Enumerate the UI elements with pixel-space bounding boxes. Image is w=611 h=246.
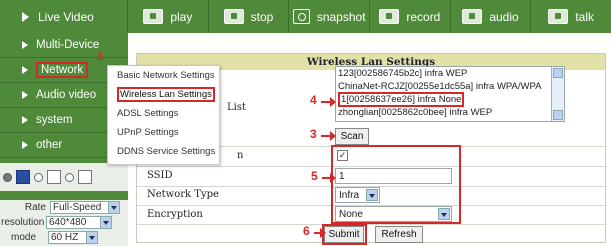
snapshot-button[interactable]: snapshot: [289, 0, 371, 33]
ssid-label: SSID: [147, 170, 173, 181]
play-button[interactable]: play: [128, 0, 209, 33]
network-entry: 123[002586745b2c] infra WEP: [338, 68, 468, 79]
arrow-right-icon: [321, 97, 336, 107]
video-settings: Rate Full-Speed resolution 640*480 mode …: [0, 200, 128, 246]
record-icon: [379, 9, 400, 24]
live-video-nav[interactable]: Live Video: [0, 0, 128, 33]
quad-view-icon[interactable]: [47, 170, 61, 184]
network-list[interactable]: 123[002586745b2c] infra WEP ChinaNet-RCJ…: [335, 66, 565, 122]
annotation-4: 4: [310, 93, 317, 107]
arrow-right-icon: [322, 173, 336, 183]
scroll-down-icon[interactable]: [553, 110, 563, 120]
mode-row: mode 60 HZ: [0, 230, 128, 245]
view-layout-bar: [0, 163, 128, 191]
rate-select[interactable]: Full-Speed: [50, 201, 120, 214]
list-item[interactable]: zhonglian[0025862c0bee] infra WEP: [336, 106, 564, 119]
submenu-item-label: UPnP Settings: [117, 127, 179, 138]
talk-label: talk: [575, 9, 595, 24]
arrow-right-icon: [22, 41, 28, 49]
annotation-5: 5: [311, 169, 318, 183]
resolution-value: 640*480: [49, 217, 87, 228]
arrow-right-icon: [314, 228, 326, 238]
layout-radio-4[interactable]: [34, 172, 43, 182]
live-video-label: Live Video: [38, 9, 94, 24]
rate-label: Rate: [24, 202, 46, 213]
scroll-up-icon[interactable]: [553, 68, 563, 78]
submenu-item-adsl[interactable]: ADSL Settings: [108, 104, 219, 123]
arrow-right-icon: [22, 66, 28, 74]
arrow-right-icon: [22, 141, 28, 149]
annotation-3: 3: [310, 127, 317, 141]
network-submenu: Basic Network Settings Wireless Lan Sett…: [107, 65, 220, 165]
play-label: play: [170, 9, 193, 24]
submenu-item-label: Basic Network Settings: [117, 70, 215, 81]
arrow-right-icon: [22, 91, 28, 99]
submenu-item-label: Wireless Lan Settings: [117, 87, 215, 102]
sidebar-item-label: Multi-Device: [36, 39, 100, 51]
scrollbar[interactable]: [551, 67, 564, 121]
rate-row: Rate Full-Speed: [0, 200, 128, 215]
sidebar-item-label: Network: [36, 62, 89, 78]
encryption-label: Encryption: [147, 209, 203, 220]
microphone-icon: [548, 9, 569, 24]
list-item[interactable]: 1[00258637ee26] infra None: [336, 92, 564, 107]
arrow-right-icon: [321, 131, 336, 141]
sidebar-item-multi-device[interactable]: Multi-Device: [0, 33, 128, 58]
sidebar-item-label: other: [36, 139, 63, 151]
nine-view-icon[interactable]: [78, 170, 92, 184]
stop-icon: [223, 9, 244, 24]
arrow-right-icon: [22, 11, 29, 22]
speaker-icon: [462, 9, 483, 24]
refresh-button[interactable]: Refresh: [375, 226, 423, 243]
submenu-item-label: ADSL Settings: [117, 108, 179, 119]
audio-button[interactable]: audio: [451, 0, 532, 33]
network-entry: zhonglian[0025862c0bee] infra WEP: [338, 107, 493, 118]
top-toolbar: Live Video play stop snapshot record aud…: [0, 0, 611, 33]
submenu-item-label: DDNS Service Settings: [117, 146, 216, 157]
talk-button[interactable]: talk: [531, 0, 611, 33]
submenu-item-ddns[interactable]: DDNS Service Settings: [108, 142, 219, 161]
annotation-1: 1: [97, 49, 104, 63]
play-icon: [143, 9, 164, 24]
chevron-down-icon: [86, 232, 97, 243]
annotation-box-5: [331, 145, 461, 224]
chevron-down-icon: [108, 202, 119, 213]
audio-label: audio: [489, 9, 519, 24]
annotation-box-6: [322, 224, 367, 245]
record-button[interactable]: record: [370, 0, 451, 33]
scan-button[interactable]: Scan: [335, 128, 369, 145]
network-entry: ChinaNet-RCJZ[00255e1dc55a] infra WPA/WP…: [338, 81, 542, 92]
single-view-icon[interactable]: [16, 170, 30, 184]
sidebar-item-label: system: [36, 114, 73, 126]
camera-icon: [292, 9, 310, 24]
resolution-label: resolution: [1, 217, 45, 228]
using-label: n: [237, 150, 244, 161]
submenu-item-wireless-lan[interactable]: Wireless Lan Settings: [108, 85, 219, 104]
layout-radio-1[interactable]: [3, 172, 12, 182]
list-item[interactable]: 123[002586745b2c] infra WEP: [336, 67, 564, 80]
annotation-6: 6: [303, 224, 310, 238]
network-entry: 1[00258637ee26] infra None: [338, 92, 465, 107]
mode-value: 60 HZ: [51, 232, 79, 243]
list-label: List: [227, 102, 246, 113]
arrow-right-icon: [22, 116, 28, 124]
layout-radio-9[interactable]: [65, 172, 74, 182]
mode-select[interactable]: 60 HZ: [48, 231, 98, 244]
network-type-label: Network Type: [147, 189, 219, 200]
chevron-down-icon: [100, 217, 111, 228]
submenu-item-basic-network[interactable]: Basic Network Settings: [108, 66, 219, 85]
mode-label: mode: [10, 232, 36, 243]
sidebar-item-label: Audio video: [36, 89, 97, 101]
snapshot-label: snapshot: [316, 9, 366, 24]
stop-label: stop: [250, 9, 274, 24]
record-label: record: [406, 9, 441, 24]
resolution-select[interactable]: 640*480: [46, 216, 112, 229]
resolution-row: resolution 640*480: [0, 215, 128, 230]
submenu-item-upnp[interactable]: UPnP Settings: [108, 123, 219, 142]
rate-value: Full-Speed: [53, 202, 102, 213]
stop-button[interactable]: stop: [209, 0, 290, 33]
